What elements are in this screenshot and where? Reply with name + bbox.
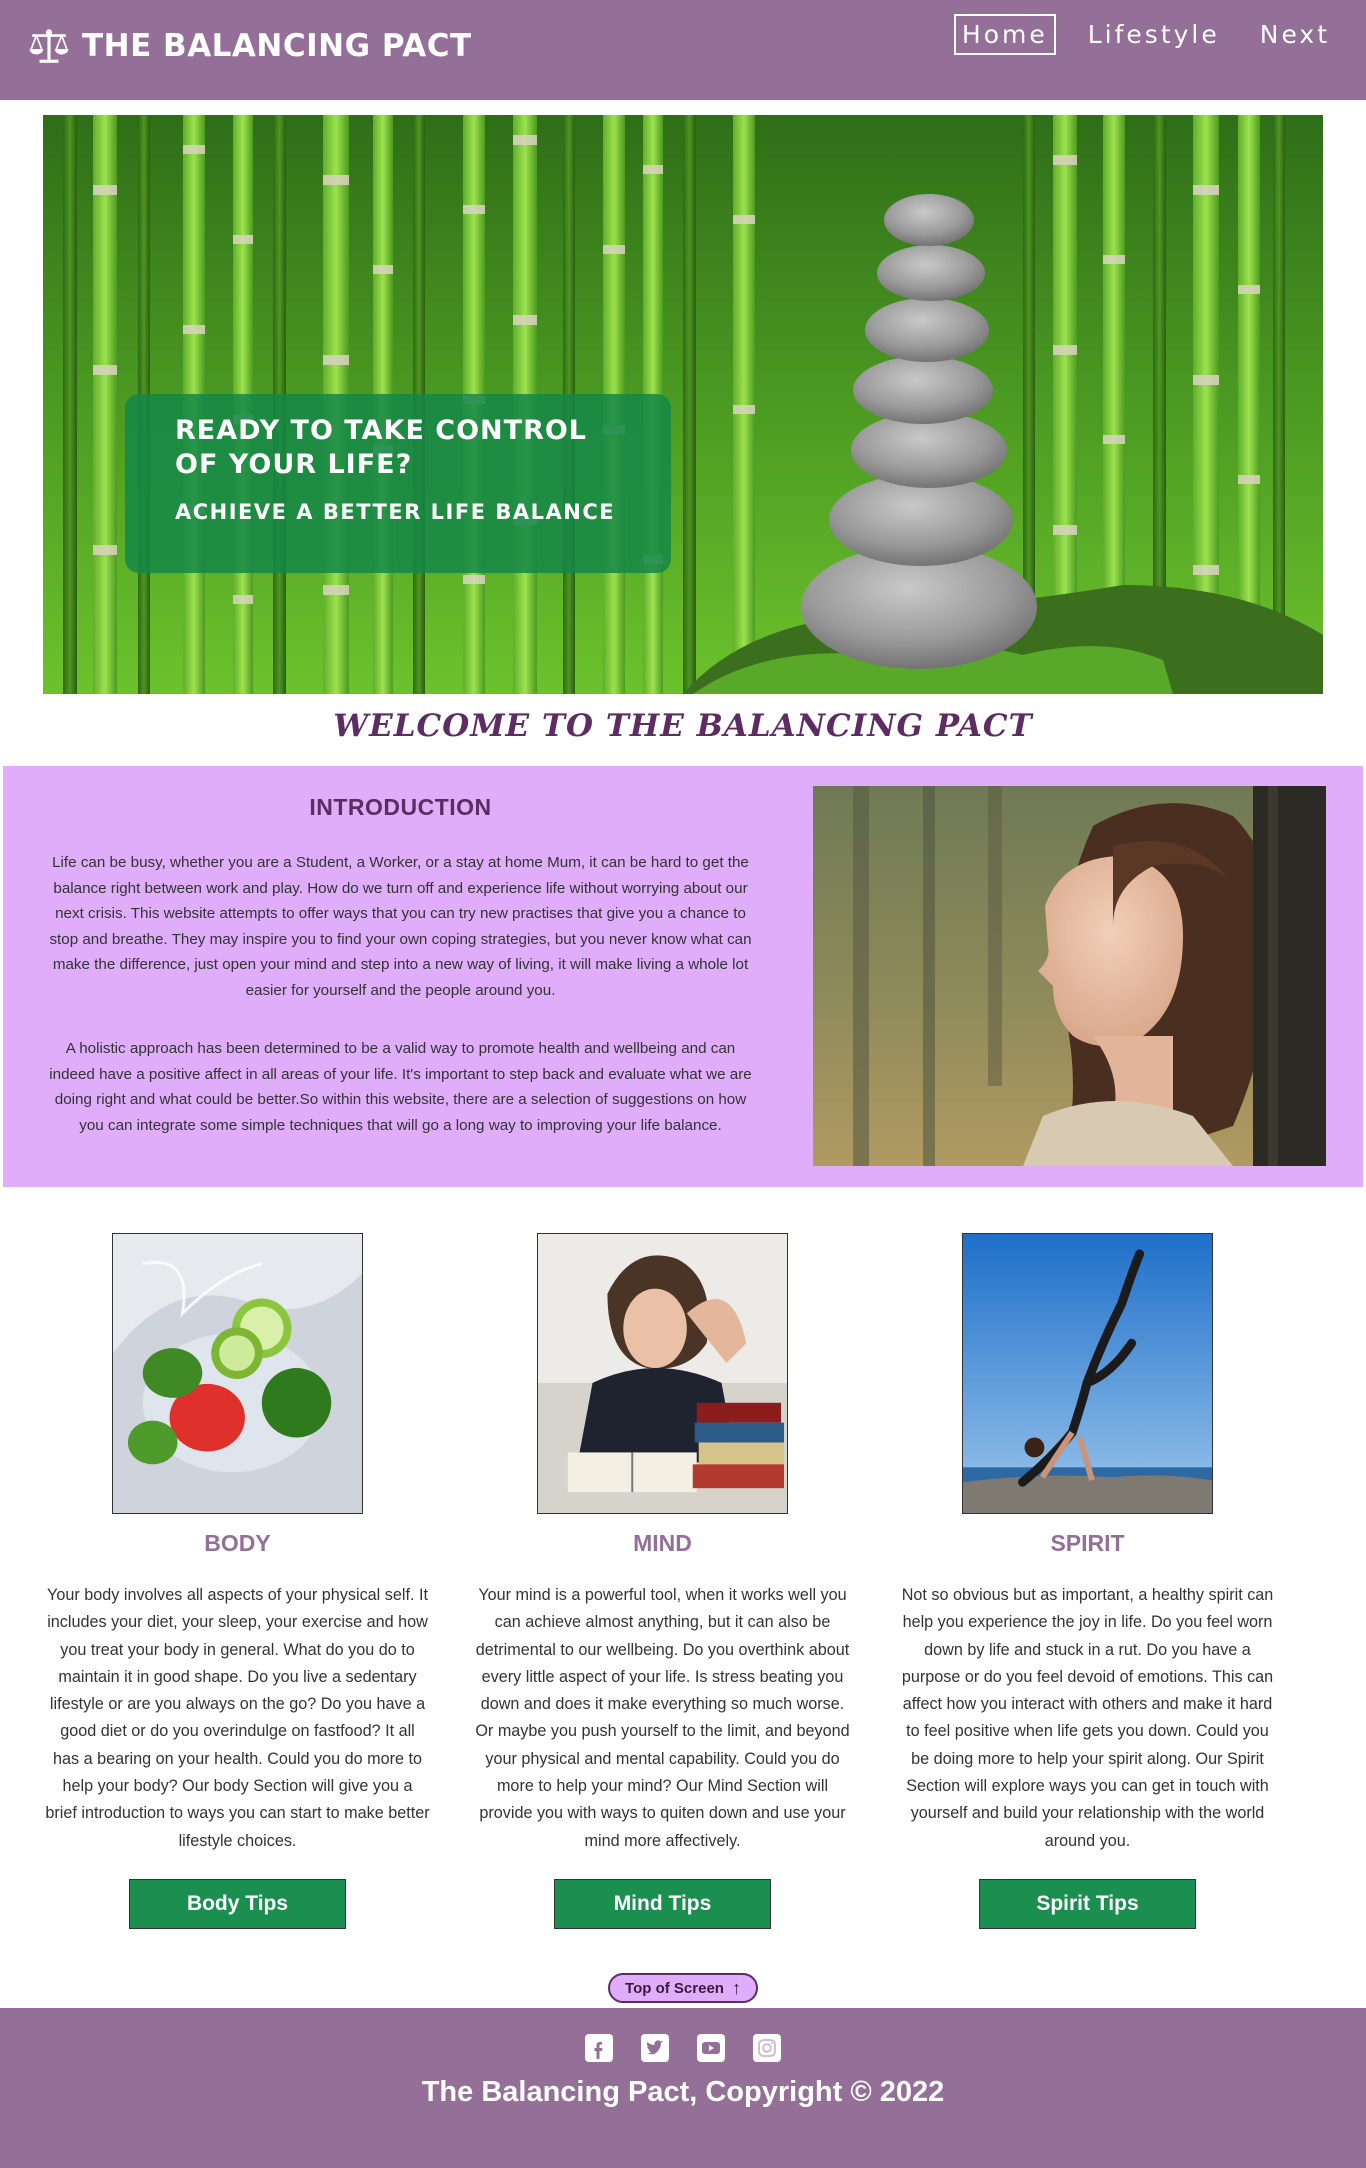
top-of-screen-button[interactable]: Top of Screen ↑ — [608, 1973, 758, 2003]
instagram-icon[interactable] — [753, 2034, 781, 2062]
nav-menu: Home Lifestyle Next — [953, 14, 1338, 55]
top-of-screen-label: Top of Screen — [625, 1979, 724, 1997]
mind-tips-button[interactable]: Mind Tips — [554, 1879, 771, 1929]
balance-scale-icon — [29, 29, 69, 63]
hero-title: READY TO TAKE CONTROL OF YOUR LIFE? — [175, 415, 588, 480]
card-text: Your body involves all aspects of your p… — [45, 1586, 430, 1850]
card-text: Not so obvious but as important, a healt… — [901, 1586, 1274, 1850]
body-tips-button[interactable]: Body Tips — [129, 1879, 346, 1929]
woman-portrait-image — [813, 786, 1326, 1166]
yoga-pose-image — [962, 1233, 1213, 1514]
facebook-icon[interactable] — [585, 2034, 613, 2062]
card-text: Your mind is a powerful tool, when it wo… — [475, 1586, 850, 1850]
card-title: BODY — [204, 1530, 271, 1556]
spirit-tips-button[interactable]: Spirit Tips — [979, 1879, 1196, 1929]
footer: The Balancing Pact, Copyright © 2022 — [0, 2008, 1366, 2168]
arrow-up-icon: ↑ — [731, 1978, 741, 1998]
navbar: THE BALANCING PACT Home Lifestyle Next — [0, 0, 1366, 100]
hero-subtitle: ACHIEVE A BETTER LIFE BALANCE — [175, 500, 616, 524]
nav-link-next[interactable]: Next — [1252, 14, 1338, 55]
hero-callout: READY TO TAKE CONTROL OF YOUR LIFE? ACHI… — [125, 394, 671, 573]
brand-logo[interactable]: THE BALANCING PACT — [28, 24, 472, 68]
card-title: MIND — [633, 1530, 692, 1556]
salad-splash-image — [112, 1233, 363, 1514]
brand-name: THE BALANCING PACT — [82, 28, 472, 64]
youtube-icon[interactable] — [697, 2034, 725, 2062]
intro-paragraph: A holistic approach has been determined … — [49, 1040, 752, 1134]
twitter-icon[interactable] — [641, 2034, 669, 2062]
intro-section: INTRODUCTION Life can be busy, whether y… — [3, 766, 1363, 1187]
copyright-text: The Balancing Pact, Copyright © 2022 — [421, 2076, 945, 2108]
hero-banner: READY TO TAKE CONTROL OF YOUR LIFE? ACHI… — [43, 115, 1323, 694]
nav-link-lifestyle[interactable]: Lifestyle — [1080, 14, 1228, 55]
social-links — [0, 2034, 1366, 2062]
nav-link-home[interactable]: Home — [953, 14, 1056, 55]
intro-title: INTRODUCTION — [309, 794, 492, 820]
card-title: SPIRIT — [1050, 1530, 1125, 1556]
welcome-heading: WELCOME TO THE BALANCING PACT — [333, 708, 1033, 744]
stressed-student-image — [537, 1233, 788, 1514]
intro-paragraph: Life can be busy, whether you are a Stud… — [49, 854, 752, 999]
